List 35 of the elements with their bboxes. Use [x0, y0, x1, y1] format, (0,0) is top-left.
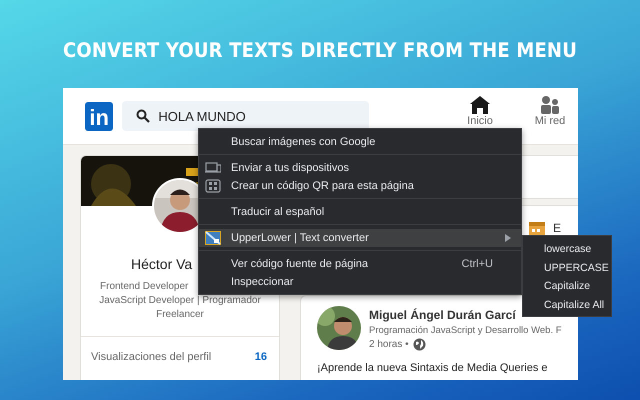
post-time: 2 horas •	[369, 339, 409, 350]
devices-icon	[205, 161, 221, 175]
people-icon	[539, 94, 561, 115]
menu-item[interactable]: Traducir al español	[199, 203, 521, 221]
home-icon	[469, 94, 491, 115]
search-icon	[136, 109, 150, 123]
profile-name: Héctor Va	[131, 256, 192, 272]
calendar-icon	[529, 220, 545, 236]
event-text: E	[553, 221, 562, 235]
menu-item[interactable]: Enviar a tus dispositivos	[199, 159, 521, 177]
globe-icon	[412, 338, 426, 351]
shortcut-text: Ctrl+U	[462, 258, 493, 270]
menu-item[interactable]: Inspeccionar	[199, 273, 521, 291]
post-text: ¡Aprende la nueva Sintaxis de Media Queries e	[317, 362, 549, 374]
nav-link[interactable]: Mi red	[534, 115, 566, 127]
extension-icon	[205, 231, 221, 245]
stat-value: 16	[254, 351, 267, 363]
menu-item[interactable]: Buscar imágenes con Google	[199, 133, 521, 151]
menu-item[interactable]: UPPERCASE	[544, 258, 611, 277]
menu-item[interactable]: Ver código fuente de página Ctrl+U	[199, 255, 521, 273]
profile-headline: JavaScript Developer | Programador	[99, 294, 261, 308]
qr-code-icon	[205, 179, 221, 193]
profile-headline: Freelancer	[156, 308, 204, 322]
headline: CONVERT YOUR TEXTS DIRECTLY FROM THE MENU	[62, 38, 578, 64]
menu-item[interactable]: Crear un código QR para esta página	[199, 177, 521, 195]
menu-item[interactable]: Capitalize	[544, 277, 611, 296]
stat-label[interactable]: Visualizaciones del perfil	[91, 351, 212, 363]
search-field[interactable]: HOLA MUNDO	[122, 101, 369, 131]
logo[interactable]: in	[85, 102, 114, 130]
menu-item[interactable]: lowercase	[544, 240, 611, 258]
author-headline: Programación JavaScript y Desarrollo Web. F	[369, 325, 562, 336]
profile-headline: Frontend Developer	[100, 280, 188, 294]
nav-link[interactable]: Inicio	[467, 115, 493, 127]
menu-item[interactable]: UpperLower | Text converter	[199, 229, 521, 247]
menu-item[interactable]: Capitalize All	[544, 296, 611, 314]
